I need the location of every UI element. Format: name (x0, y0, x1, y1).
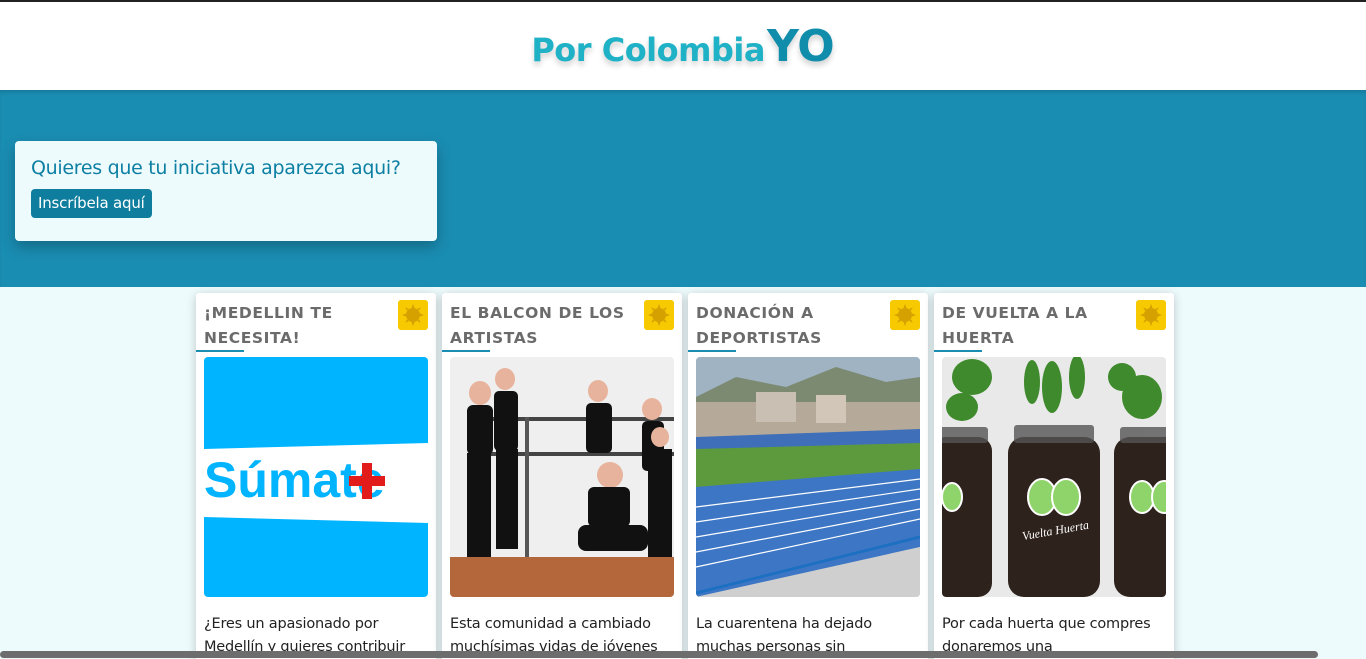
title-underline (196, 350, 244, 352)
site-logo[interactable]: Por Colombia YO (531, 21, 834, 72)
signup-cta-card: Quieres que tu iniciativa aparezca aqui?… (15, 141, 437, 241)
initiative-card[interactable]: DONACIÓN A DEPORTISTAS La cuarentena ha … (688, 293, 928, 659)
sun-icon[interactable] (890, 300, 920, 330)
register-initiative-button[interactable]: Inscríbela aquí (31, 189, 152, 218)
card-image[interactable]: Súmate (204, 357, 428, 597)
card-image[interactable] (696, 357, 920, 597)
card-title[interactable]: EL BALCON DE LOS ARTISTAS (450, 301, 630, 351)
sun-icon[interactable] (644, 300, 674, 330)
brand-name: Por Colombia (531, 30, 765, 69)
site-header: Por Colombia YO (0, 2, 1366, 90)
card-image[interactable]: Vuelta Huerta (942, 357, 1166, 597)
initiative-card[interactable]: DE VUELTA A LA HUERTA Vuelta Huerta Por … (934, 293, 1174, 659)
card-title[interactable]: DONACIÓN A DEPORTISTAS (696, 301, 876, 351)
brand-suffix: YO (766, 20, 835, 72)
card-image[interactable] (450, 357, 674, 597)
hero-banner: Quieres que tu iniciativa aparezca aqui?… (0, 90, 1366, 287)
initiative-card[interactable]: EL BALCON DE LOS ARTISTAS Esta comunidad… (442, 293, 682, 659)
sun-icon[interactable] (1136, 300, 1166, 330)
cta-title: Quieres que tu iniciativa aparezca aqui? (31, 157, 401, 179)
horizontal-scrollbar[interactable] (0, 651, 1318, 658)
title-underline (442, 350, 490, 352)
initiatives-list: ¡MEDELLIN TE NECESITA! Súmate ¿Eres un a… (196, 293, 1176, 659)
sun-icon[interactable] (398, 300, 428, 330)
card-title[interactable]: DE VUELTA A LA HUERTA (942, 301, 1122, 351)
title-underline (688, 350, 736, 352)
initiative-card[interactable]: ¡MEDELLIN TE NECESITA! Súmate ¿Eres un a… (196, 293, 436, 659)
title-underline (934, 350, 982, 352)
card-title[interactable]: ¡MEDELLIN TE NECESITA! (204, 301, 384, 351)
